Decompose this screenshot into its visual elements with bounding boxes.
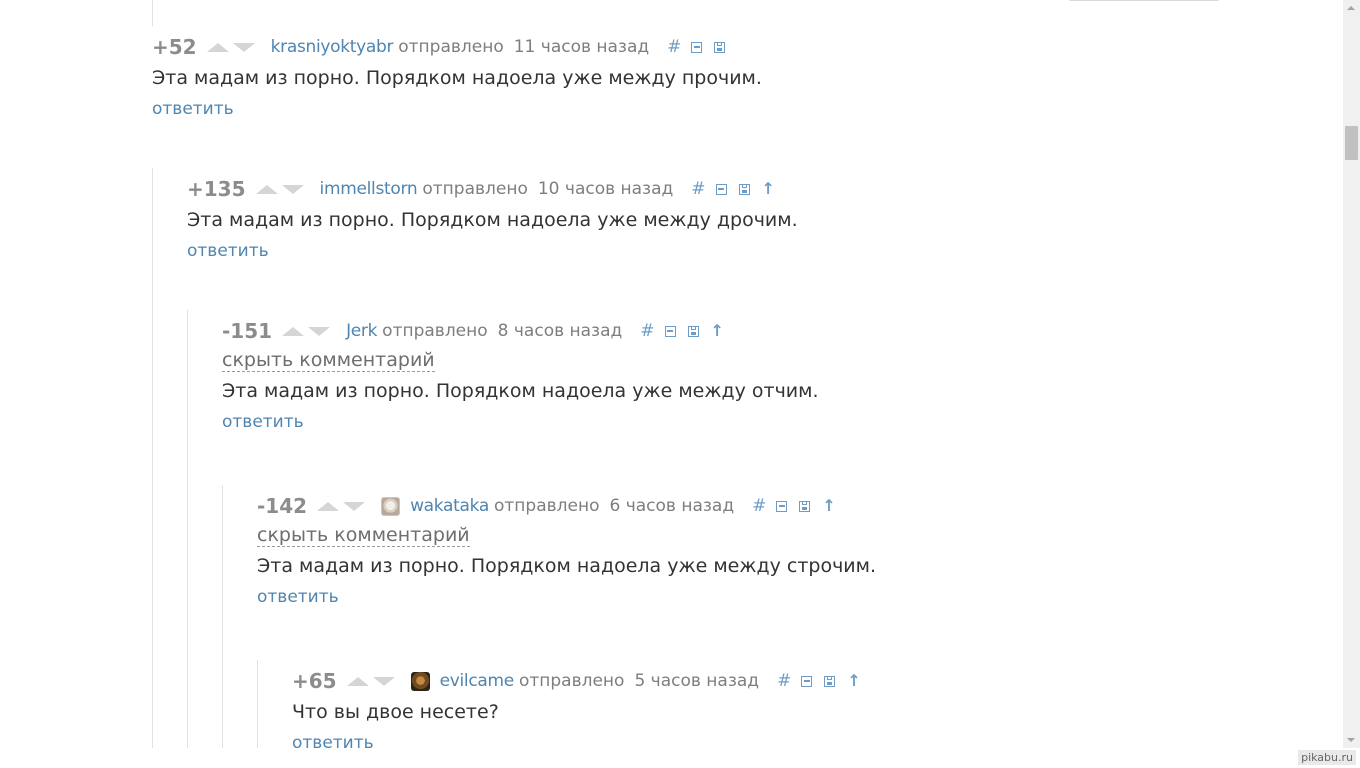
parent-arrow-icon[interactable]: ↑: [847, 673, 860, 689]
comments-page: +52 krasniyoktyabr отправлено 11 часов н…: [0, 0, 1343, 748]
comment-rating: -142: [257, 494, 308, 518]
comment: +52 krasniyoktyabr отправлено 11 часов н…: [152, 35, 762, 119]
downvote-icon[interactable]: [343, 501, 366, 511]
comment: -151 Jerk отправлено 8 часов назад # ↑ с…: [222, 319, 819, 432]
scroll-down-arrow-icon[interactable]: [1343, 731, 1360, 748]
comment-time[interactable]: 6 часов назад: [610, 496, 735, 516]
watermark: pikabu.ru: [1298, 750, 1356, 765]
comment-header: +65 evilcame отправлено 5 часов назад # …: [292, 669, 861, 693]
collapse-icon[interactable]: [664, 325, 676, 337]
comment-rating: +135: [187, 177, 246, 201]
downvote-icon[interactable]: [281, 184, 304, 194]
author-link[interactable]: immellstorn: [320, 179, 418, 199]
save-icon[interactable]: [687, 325, 699, 337]
bottom-strip: [0, 748, 1360, 768]
author-link[interactable]: krasniyoktyabr: [271, 37, 394, 57]
sent-label: отправлено: [382, 321, 488, 341]
comment-rating: +65: [292, 669, 337, 693]
comment-time[interactable]: 8 часов назад: [498, 321, 623, 341]
vertical-scrollbar[interactable]: [1343, 0, 1360, 748]
sent-label: отправлено: [398, 37, 504, 57]
comment-text: Эта мадам из порно. Порядком надоела уже…: [222, 380, 819, 402]
comment: +135 immellstorn отправлено 10 часов наз…: [187, 177, 798, 261]
upvote-icon[interactable]: [346, 676, 369, 686]
hide-comment-link[interactable]: скрыть комментарий: [257, 524, 470, 547]
comment-time[interactable]: 11 часов назад: [514, 37, 649, 57]
reply-link[interactable]: ответить: [222, 412, 819, 432]
comment: -142 wakataka отправлено 6 часов назад #…: [257, 494, 876, 607]
hide-comment-link[interactable]: скрыть комментарий: [222, 349, 435, 372]
downvote-icon[interactable]: [308, 326, 331, 336]
upvote-icon[interactable]: [317, 501, 340, 511]
comment-time[interactable]: 5 часов назад: [634, 671, 759, 691]
comment-header: -142 wakataka отправлено 6 часов назад #…: [257, 494, 876, 518]
sent-label: отправлено: [518, 671, 625, 691]
downvote-icon[interactable]: [232, 42, 255, 52]
upvote-icon[interactable]: [255, 184, 278, 194]
anchor-link-icon[interactable]: #: [777, 672, 791, 690]
anchor-link-icon[interactable]: #: [640, 322, 654, 340]
author-link[interactable]: Jerk: [346, 321, 377, 341]
comment-text: Эта мадам из порно. Порядком надоела уже…: [187, 209, 798, 231]
collapse-icon[interactable]: [691, 41, 703, 53]
reply-link[interactable]: ответить: [257, 587, 876, 607]
thread-line: [152, 0, 153, 26]
collapse-icon[interactable]: [801, 675, 813, 687]
sent-label: отправлено: [494, 496, 600, 516]
author-link[interactable]: evilcame: [440, 671, 515, 691]
user-avatar[interactable]: [381, 496, 401, 516]
collapse-icon[interactable]: [715, 183, 727, 195]
save-icon[interactable]: [799, 500, 811, 512]
scroll-up-arrow-icon[interactable]: [1343, 0, 1360, 17]
thread-line: [187, 310, 188, 748]
comment-header: +52 krasniyoktyabr отправлено 11 часов н…: [152, 35, 762, 59]
upvote-icon[interactable]: [282, 326, 305, 336]
anchor-link-icon[interactable]: #: [752, 497, 766, 515]
user-avatar[interactable]: [410, 671, 430, 691]
scroll-thumb[interactable]: [1345, 126, 1358, 160]
author-link[interactable]: wakataka: [410, 496, 489, 516]
parent-arrow-icon[interactable]: ↑: [822, 498, 835, 514]
sent-label: отправлено: [422, 179, 528, 199]
comment-text: Что вы двое несете?: [292, 701, 499, 723]
anchor-link-icon[interactable]: #: [667, 38, 681, 56]
comment-text: Эта мадам из порно. Порядком надоела уже…: [152, 67, 762, 89]
save-icon[interactable]: [714, 41, 726, 53]
reply-link[interactable]: ответить: [292, 733, 861, 748]
reply-link[interactable]: ответить: [152, 99, 762, 119]
comment: +65 evilcame отправлено 5 часов назад # …: [292, 669, 861, 748]
thread-line: [222, 485, 223, 748]
top-widget: [1068, 0, 1220, 1]
save-icon[interactable]: [824, 675, 836, 687]
reply-link[interactable]: ответить: [187, 241, 798, 261]
comment-header: -151 Jerk отправлено 8 часов назад # ↑: [222, 319, 819, 343]
parent-arrow-icon[interactable]: ↑: [762, 181, 775, 197]
comment-header: +135 immellstorn отправлено 10 часов наз…: [187, 177, 798, 201]
thread-line: [257, 660, 258, 748]
comment-rating: -151: [222, 319, 273, 343]
anchor-link-icon[interactable]: #: [691, 180, 705, 198]
downvote-icon[interactable]: [372, 676, 395, 686]
comment-time[interactable]: 10 часов назад: [538, 179, 673, 199]
save-icon[interactable]: [738, 183, 750, 195]
comment-text: Эта мадам из порно. Порядком надоела уже…: [257, 555, 877, 577]
parent-arrow-icon[interactable]: ↑: [711, 323, 724, 339]
comment-rating: +52: [152, 35, 197, 59]
collapse-icon[interactable]: [776, 500, 788, 512]
thread-line: [152, 168, 153, 748]
upvote-icon[interactable]: [206, 42, 229, 52]
